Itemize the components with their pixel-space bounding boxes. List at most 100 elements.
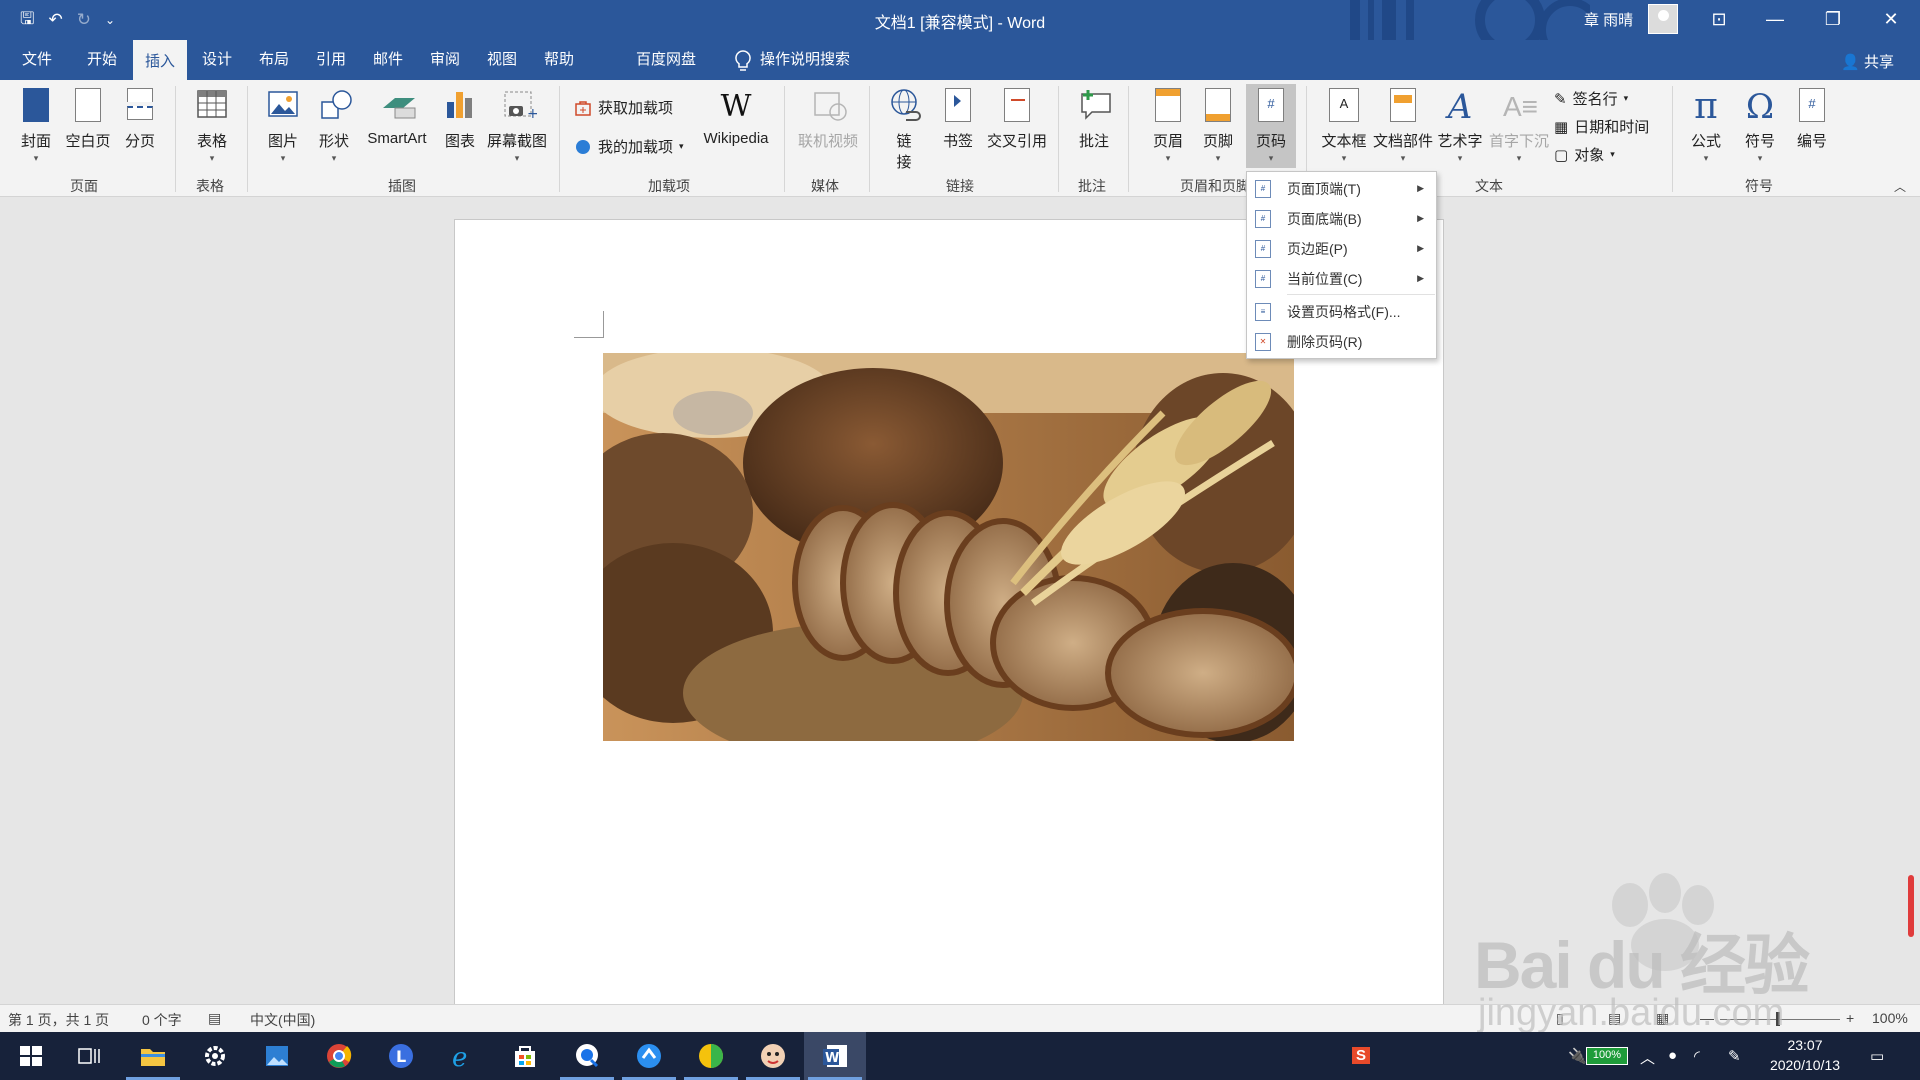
wordart-icon: A (1447, 87, 1473, 127)
close-button[interactable]: ✕ (1868, 0, 1914, 40)
header-button[interactable]: 页眉 ▾ (1150, 88, 1186, 164)
ribbon-insert: 封面 ▾ 空白页 分页 页面 表格 ▾ 表格 图片 ▾ 形状 ▾ SmartAr… (0, 80, 1920, 197)
wikipedia-label: Wikipedia (703, 130, 769, 147)
zoom-in-icon[interactable]: + (1846, 1010, 1854, 1026)
my-addins-button[interactable]: 我的加载项 ▾ (574, 136, 684, 157)
chart-button[interactable]: 图表 (442, 88, 478, 151)
text-box-button[interactable]: A 文本框 ▾ (1320, 88, 1368, 164)
windows-logo-icon (20, 1046, 42, 1066)
chevron-up-icon[interactable]: ︿ (1640, 1047, 1655, 1068)
current-position-icon: # (1255, 269, 1271, 288)
power-plug-icon[interactable]: 🔌 (1568, 1047, 1587, 1065)
cross-reference-button[interactable]: 交叉引用 (985, 88, 1049, 151)
qq-icon[interactable]: ● (1668, 1047, 1677, 1064)
tab-insert[interactable]: 插入 (133, 40, 188, 80)
cover-page-button[interactable]: 封面 ▾ (18, 88, 54, 164)
menu-item-current-position[interactable]: # 当前位置(C) ▶ (1247, 264, 1436, 293)
chevron-down-icon: ▾ (209, 153, 215, 163)
comment-button[interactable]: 批注 (1076, 88, 1112, 151)
tab-layout[interactable]: 布局 (247, 40, 301, 80)
tab-help[interactable]: 帮助 (532, 40, 586, 80)
page-number-button[interactable]: # 页码 ▾ (1246, 84, 1296, 168)
tell-me-search[interactable]: 操作说明搜索 (726, 40, 862, 80)
blank-page-button[interactable]: 空白页 (64, 88, 112, 151)
taskbar-app-green[interactable] (680, 1032, 742, 1080)
collapse-ribbon-icon[interactable]: ︿ (1894, 178, 1906, 195)
taskbar-app-sync[interactable] (618, 1032, 680, 1080)
drop-cap-icon: A≡ (1503, 91, 1539, 122)
tab-mailings[interactable]: 邮件 (361, 40, 415, 80)
smartart-button[interactable]: SmartArt (362, 88, 432, 147)
equation-button[interactable]: π 公式 ▾ (1688, 88, 1724, 164)
ribbon-display-options-button[interactable]: ⊡ (1696, 0, 1742, 40)
tab-references[interactable]: 引用 (304, 40, 358, 80)
date-time-button[interactable]: ▦ 日期和时间 (1554, 116, 1649, 137)
proofing-icon[interactable]: ▤ (208, 1010, 221, 1027)
chevron-down-icon: ▾ (1400, 153, 1406, 163)
share-button[interactable]: 👤 共享 (1841, 51, 1894, 72)
wifi-icon[interactable]: ◜ (1694, 1047, 1700, 1065)
taskbar-settings[interactable] (184, 1032, 246, 1080)
symbol-button[interactable]: Ω 符号 ▾ (1742, 88, 1778, 164)
menu-item-format-page-numbers[interactable]: ≡ 设置页码格式(F)... (1247, 297, 1436, 326)
table-button[interactable]: 表格 ▾ (194, 88, 230, 164)
get-addins-button[interactable]: 获取加载项 (574, 97, 673, 118)
page-break-button[interactable]: 分页 (122, 88, 158, 151)
system-clock[interactable]: 23:07 2020/10/13 (1762, 1035, 1848, 1075)
page-top-icon: # (1255, 179, 1271, 198)
menu-item-remove-page-numbers[interactable]: ✕ 删除页码(R) (1247, 327, 1436, 356)
tab-review[interactable]: 审阅 (418, 40, 472, 80)
taskbar-chrome[interactable] (308, 1032, 370, 1080)
taskbar-browser-q[interactable] (556, 1032, 618, 1080)
link-button[interactable]: 链 接 (886, 88, 922, 172)
vertical-scrollbar-thumb[interactable] (1908, 875, 1914, 937)
sogou-input-icon[interactable]: S (1352, 1047, 1371, 1064)
taskbar-internet-explorer[interactable]: e (432, 1032, 494, 1080)
start-button[interactable] (0, 1032, 62, 1080)
tab-design[interactable]: 设计 (190, 40, 244, 80)
quick-parts-button[interactable]: 文档部件 ▾ (1372, 88, 1434, 164)
wordart-button[interactable]: A 艺术字 ▾ (1436, 88, 1484, 164)
footer-button[interactable]: 页脚 ▾ (1200, 88, 1236, 164)
menu-item-page-margins[interactable]: # 页边距(P) ▶ (1247, 234, 1436, 263)
pen-icon[interactable]: ✎ (1728, 1047, 1741, 1065)
taskbar-word[interactable]: W (804, 1032, 866, 1080)
submenu-arrow-icon: ▶ (1417, 273, 1424, 283)
restore-button[interactable]: ❐ (1810, 0, 1856, 40)
number-button[interactable]: # 编号 (1794, 88, 1830, 151)
taskbar-file-explorer[interactable] (122, 1032, 184, 1080)
online-video-button[interactable]: 联机视频 (794, 88, 862, 151)
bookmark-button[interactable]: 书签 (940, 88, 976, 151)
user-name[interactable]: 章 雨晴 (1584, 9, 1633, 30)
tab-home[interactable]: 开始 (75, 40, 129, 80)
taskbar-store[interactable] (494, 1032, 556, 1080)
taskbar-photos[interactable] (246, 1032, 308, 1080)
page-count[interactable]: 第 1 页，共 1 页 (8, 1010, 109, 1030)
equation-label: 公式 (1690, 133, 1721, 150)
tab-baidu-netdisk[interactable]: 百度网盘 (624, 40, 708, 80)
menu-item-bottom-of-page[interactable]: # 页面底端(B) ▶ (1247, 204, 1436, 233)
word-count[interactable]: 0 个字 (142, 1010, 182, 1030)
svg-text:e: e (452, 1043, 467, 1070)
taskbar-app-l[interactable]: L (370, 1032, 432, 1080)
action-center-icon[interactable]: ▭ (1870, 1047, 1884, 1065)
screenshot-button[interactable]: + 屏幕截图 ▾ (486, 88, 548, 164)
drop-cap-button[interactable]: A≡ 首字下沉 ▾ (1488, 88, 1550, 164)
bread-photo[interactable] (603, 353, 1294, 741)
zoom-level[interactable]: 100% (1872, 1010, 1908, 1026)
minimize-button[interactable]: — (1752, 0, 1798, 40)
signature-line-button[interactable]: ✎ 签名行 ▾ (1554, 88, 1628, 109)
svg-text:+: + (527, 106, 537, 122)
taskbar-app-avatar[interactable] (742, 1032, 804, 1080)
language[interactable]: 中文(中国) (250, 1010, 315, 1030)
battery-indicator[interactable]: 100% (1586, 1047, 1628, 1065)
tab-file[interactable]: 文件 (10, 40, 64, 80)
picture-button[interactable]: 图片 ▾ (265, 88, 301, 164)
wikipedia-button[interactable]: W Wikipedia (698, 88, 774, 147)
shapes-button[interactable]: 形状 ▾ (316, 88, 352, 164)
task-view-button[interactable] (58, 1032, 120, 1080)
tab-view[interactable]: 视图 (475, 40, 529, 80)
menu-item-top-of-page[interactable]: # 页面顶端(T) ▶ (1247, 174, 1436, 203)
object-button[interactable]: ▢ 对象 ▾ (1554, 144, 1615, 165)
avatar[interactable] (1648, 4, 1678, 34)
